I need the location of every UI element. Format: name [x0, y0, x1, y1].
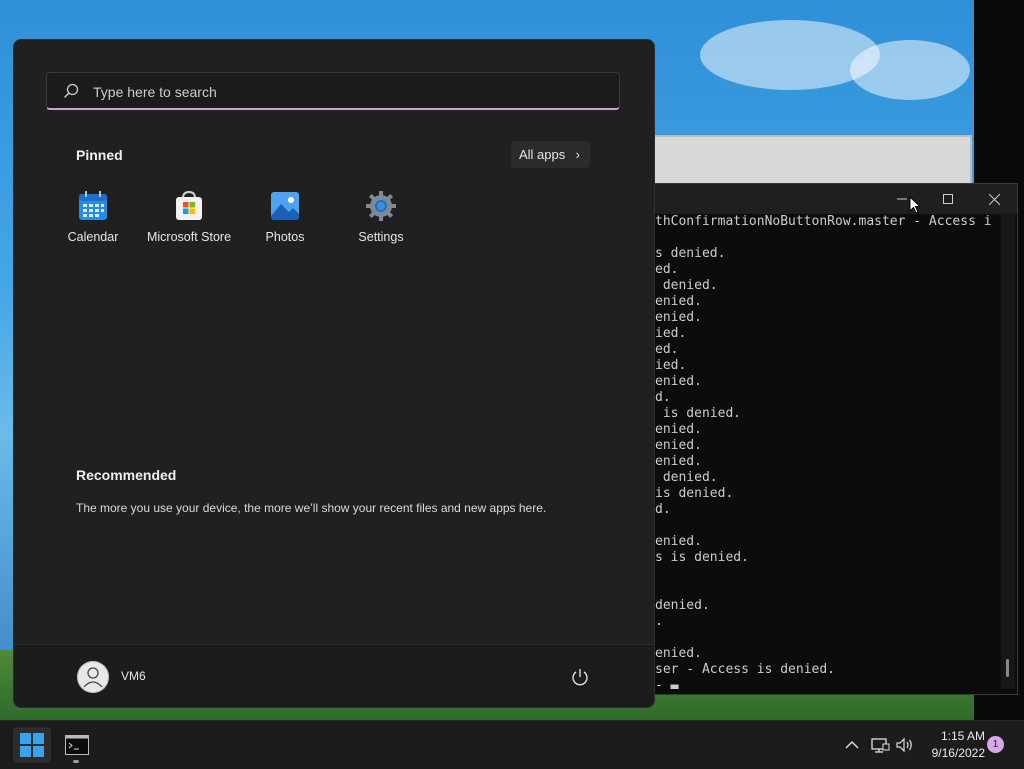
- cloud: [850, 40, 970, 100]
- user-name[interactable]: VM6: [121, 669, 146, 683]
- pinned-app-calendar[interactable]: Calendar: [45, 190, 141, 260]
- console-line: enied.: [655, 294, 702, 309]
- minimize-icon: [897, 198, 907, 200]
- console-scrollbar[interactable]: [1001, 214, 1015, 689]
- clock-time: 1:15 AM: [940, 729, 985, 743]
- taskbar-console-app[interactable]: [59, 727, 95, 763]
- console-line: enied.: [655, 438, 702, 453]
- console-line: enied.: [655, 422, 702, 437]
- console-line: thConfirmationNoButtonRow.master - Acces…: [655, 214, 992, 229]
- taskbar-clock[interactable]: 1:15 AM 9/16/2022: [915, 728, 985, 762]
- chevron-right-icon: ›: [575, 147, 580, 162]
- app-label: Microsoft Store: [146, 230, 232, 244]
- taskbar: 1:15 AM 9/16/2022 1: [0, 720, 1024, 769]
- all-apps-label: All apps: [519, 147, 566, 162]
- clock-date: 9/16/2022: [931, 746, 985, 760]
- console-line: denied.: [655, 278, 718, 293]
- app-label: Settings: [358, 230, 404, 244]
- search-icon: [64, 83, 79, 98]
- console-line: s denied.: [655, 246, 726, 261]
- console-line: ied.: [655, 358, 687, 373]
- app-label: Photos: [265, 230, 305, 244]
- terminal-icon: [65, 735, 89, 755]
- scrollbar-thumb[interactable]: [1006, 659, 1009, 677]
- close-icon: [988, 193, 1000, 205]
- gear-icon: [366, 191, 396, 221]
- search-input[interactable]: [91, 73, 595, 111]
- pinned-app-photos[interactable]: Photos: [237, 190, 333, 260]
- user-icon: [77, 661, 109, 693]
- console-line: ed.: [655, 342, 679, 357]
- pinned-app-microsoft-store[interactable]: Microsoft Store: [141, 190, 237, 260]
- console-line: is denied.: [655, 486, 734, 501]
- search-box[interactable]: [46, 72, 620, 111]
- all-apps-button[interactable]: All apps ›: [511, 141, 590, 168]
- notification-badge[interactable]: 1: [987, 736, 1004, 753]
- app-label: Calendar: [67, 230, 119, 244]
- windows-logo-icon: [20, 733, 44, 757]
- start-button[interactable]: [13, 727, 51, 763]
- console-line: is denied.: [655, 406, 742, 421]
- chevron-up-icon[interactable]: [842, 735, 862, 755]
- close-button[interactable]: [971, 184, 1017, 214]
- console-line: ser - Access is denied.: [655, 662, 836, 677]
- running-indicator: [73, 760, 79, 763]
- console-line: d.: [655, 502, 671, 517]
- mouse-cursor-icon: [909, 196, 921, 214]
- volume-icon[interactable]: [895, 735, 915, 755]
- calendar-icon: [79, 191, 107, 220]
- console-line: enied.: [655, 646, 702, 661]
- recommended-text: The more you use your device, the more w…: [76, 501, 547, 515]
- start-footer: VM6: [14, 644, 654, 707]
- power-icon[interactable]: [570, 667, 590, 687]
- console-window[interactable]: thConfirmationNoButtonRow.master - Acces…: [652, 183, 1018, 695]
- network-icon[interactable]: [870, 735, 890, 755]
- pinned-app-settings[interactable]: Settings: [333, 190, 429, 260]
- console-line: ied.: [655, 326, 687, 341]
- pinned-title: Pinned: [76, 147, 123, 163]
- store-icon: [176, 190, 202, 220]
- recommended-title: Recommended: [76, 467, 177, 483]
- console-line: enied.: [655, 534, 702, 549]
- user-avatar[interactable]: [77, 661, 109, 693]
- maximize-icon: [943, 194, 953, 204]
- console-line: .: [655, 614, 663, 629]
- console-line: s is denied.: [655, 550, 749, 565]
- console-line: enied.: [655, 454, 702, 469]
- console-line: enied.: [655, 374, 702, 389]
- console-line: denied.: [655, 598, 710, 613]
- start-menu: Pinned All apps › Calendar Micros: [13, 39, 655, 708]
- photos-icon: [271, 192, 299, 220]
- console-line: - ▄: [655, 678, 679, 689]
- console-line: ed.: [655, 262, 679, 277]
- console-titlebar[interactable]: [653, 184, 1017, 214]
- console-line: denied.: [655, 470, 718, 485]
- maximize-button[interactable]: [925, 184, 971, 214]
- console-line: enied.: [655, 310, 702, 325]
- console-line: d.: [655, 390, 671, 405]
- console-output[interactable]: thConfirmationNoButtonRow.master - Acces…: [655, 214, 1000, 689]
